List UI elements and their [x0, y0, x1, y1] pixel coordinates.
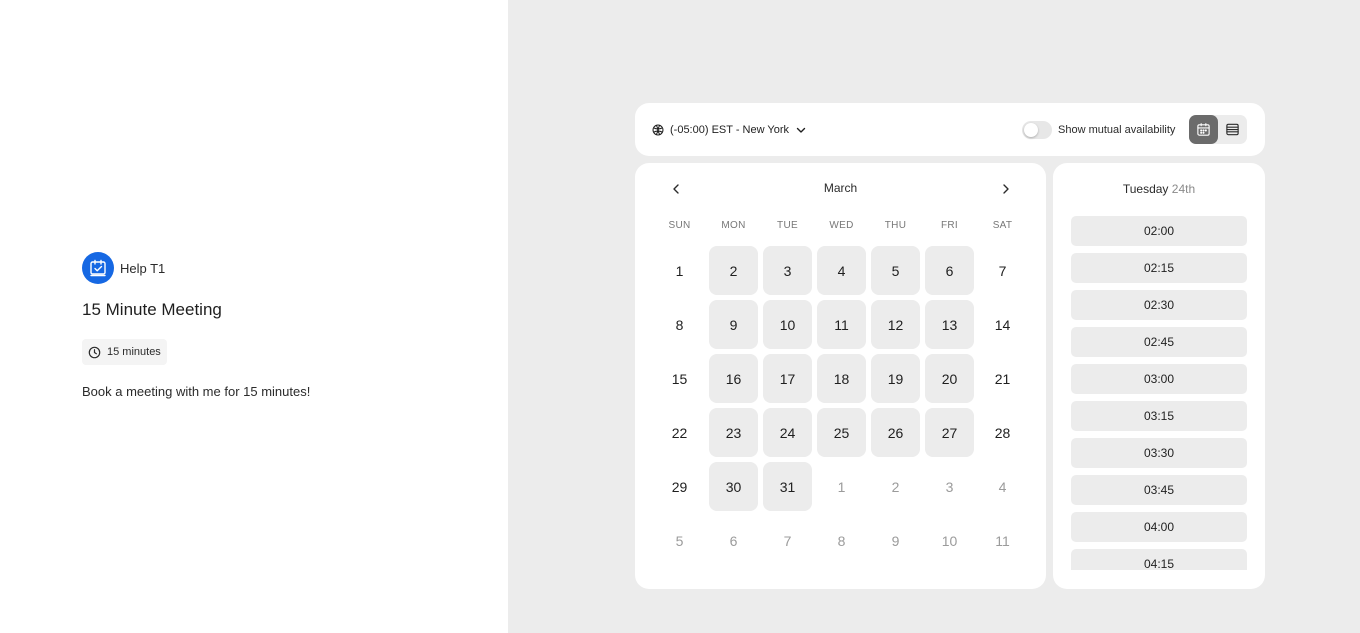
calendar-day: 8: [837, 532, 846, 549]
time-slot-button[interactable]: 03:15: [1071, 401, 1247, 431]
calendar-day: 2: [891, 478, 900, 495]
weekday-header: THU: [884, 220, 907, 231]
time-slots-panel: Tuesday 24th 02:00 02:15 02:30 02:45 03:00 03…: [1053, 163, 1265, 589]
calendar-day: 10: [941, 532, 958, 549]
selected-weekday: Tuesday: [1122, 182, 1169, 196]
month-calendar: March SUN MON TUE WED THU FRI SAT 1 2 3 4 5 6 7 8 9 10 11…: [635, 163, 1046, 589]
timezone-label: (-05:00) EST - New York: [670, 123, 790, 136]
weekday-header: FRI: [940, 220, 958, 231]
available-day-button[interactable]: 23: [709, 408, 758, 457]
weekday-header: TUE: [777, 220, 798, 231]
calendar-day: 14: [994, 316, 1011, 333]
calendar-day: 7: [783, 532, 792, 549]
time-slot-button[interactable]: 03:00: [1071, 364, 1247, 394]
available-day-button[interactable]: 16: [709, 354, 758, 403]
calendar-day: 8: [675, 316, 684, 333]
available-day-button[interactable]: 10: [763, 300, 812, 349]
time-slot-button[interactable]: 02:45: [1071, 327, 1247, 357]
mutual-availability-toggle[interactable]: [1022, 120, 1052, 139]
toggle-knob: [1024, 122, 1038, 137]
available-day-button[interactable]: 25: [817, 408, 866, 457]
booking-toolbar: (-05:00) EST - New York Show mutual avai…: [635, 103, 1265, 156]
available-day-button[interactable]: 13: [925, 300, 974, 349]
time-slot-button[interactable]: 02:00: [1071, 216, 1247, 246]
calendar-day: 4: [998, 478, 1007, 495]
calendar-check-icon: [90, 259, 106, 277]
time-slot-list: 02:00 02:15 02:30 02:45 03:00 03:15 03:30 03:45…: [1071, 216, 1247, 570]
time-slot-button[interactable]: 03:45: [1071, 475, 1247, 505]
selected-date: 24th: [1171, 182, 1196, 196]
available-day-button[interactable]: 30: [709, 462, 758, 511]
time-slot-button[interactable]: 02:30: [1071, 290, 1247, 320]
calendar-day: 3: [945, 478, 954, 495]
chevron-right-icon: [1003, 184, 1009, 194]
list-icon: [1226, 123, 1239, 136]
weekday-header: MON: [721, 220, 746, 231]
calendar-day: 5: [675, 532, 684, 549]
weekday-header: SAT: [992, 220, 1013, 231]
selected-date-header: Tuesday 24th: [1053, 182, 1265, 196]
time-slot-button[interactable]: 04:15: [1071, 549, 1247, 570]
calendar-day: 28: [994, 424, 1011, 441]
globe-icon: [652, 124, 664, 135]
available-day-button[interactable]: 20: [925, 354, 974, 403]
avatar: [82, 252, 114, 284]
view-switcher: [1189, 115, 1247, 144]
calendar-day: 15: [671, 370, 688, 387]
weekday-header: SUN: [668, 220, 691, 231]
available-day-button[interactable]: 18: [817, 354, 866, 403]
available-day-button[interactable]: 5: [871, 246, 920, 295]
calendar-day: 7: [998, 262, 1007, 279]
time-slot-button[interactable]: 04:00: [1071, 512, 1247, 542]
event-info-pane: Help T1 15 Minute Meeting 15 minutes Boo…: [0, 0, 508, 633]
calendar-icon: [1197, 123, 1210, 136]
next-month-button[interactable]: [996, 179, 1016, 199]
calendar-view-button[interactable]: [1189, 115, 1218, 144]
available-day-button[interactable]: 31: [763, 462, 812, 511]
calendar-day: 1: [675, 262, 684, 279]
duration-badge: 15 minutes: [82, 339, 167, 365]
chevron-down-icon: [796, 127, 806, 133]
weekday-header: WED: [829, 220, 854, 231]
calendar-day: 29: [671, 478, 688, 495]
calendar-day: 11: [995, 532, 1010, 549]
available-day-button[interactable]: 6: [925, 246, 974, 295]
calendar-day: 1: [837, 478, 846, 495]
calendar-day: 9: [891, 532, 900, 549]
duration-label: 15 minutes: [107, 346, 161, 358]
event-title: 15 Minute Meeting: [82, 300, 222, 319]
host-name: Help T1: [120, 260, 166, 276]
list-view-button[interactable]: [1218, 115, 1247, 144]
mutual-availability-label: Show mutual availability: [1058, 123, 1176, 136]
available-day-button[interactable]: 11: [817, 300, 866, 349]
available-day-button[interactable]: 2: [709, 246, 758, 295]
available-day-button[interactable]: 27: [925, 408, 974, 457]
available-day-button[interactable]: 12: [871, 300, 920, 349]
time-slot-button[interactable]: 03:30: [1071, 438, 1247, 468]
clock-icon: [88, 346, 101, 358]
calendar-day: 6: [729, 532, 738, 549]
month-title: March: [823, 181, 858, 195]
available-day-button[interactable]: 17: [763, 354, 812, 403]
available-day-button[interactable]: 4: [817, 246, 866, 295]
available-day-button[interactable]: 24: [763, 408, 812, 457]
calendar-day: 22: [671, 424, 688, 441]
event-description: Book a meeting with me for 15 minutes!: [82, 384, 311, 399]
timezone-selector[interactable]: (-05:00) EST - New York: [652, 103, 807, 156]
available-day-button[interactable]: 9: [709, 300, 758, 349]
available-day-button[interactable]: 26: [871, 408, 920, 457]
available-day-button[interactable]: 3: [763, 246, 812, 295]
host-row: Help T1: [82, 252, 165, 284]
available-day-button[interactable]: 19: [871, 354, 920, 403]
time-slot-button[interactable]: 02:15: [1071, 253, 1247, 283]
mutual-availability: Show mutual availability: [1022, 103, 1175, 156]
calendar-day: 21: [994, 370, 1011, 387]
